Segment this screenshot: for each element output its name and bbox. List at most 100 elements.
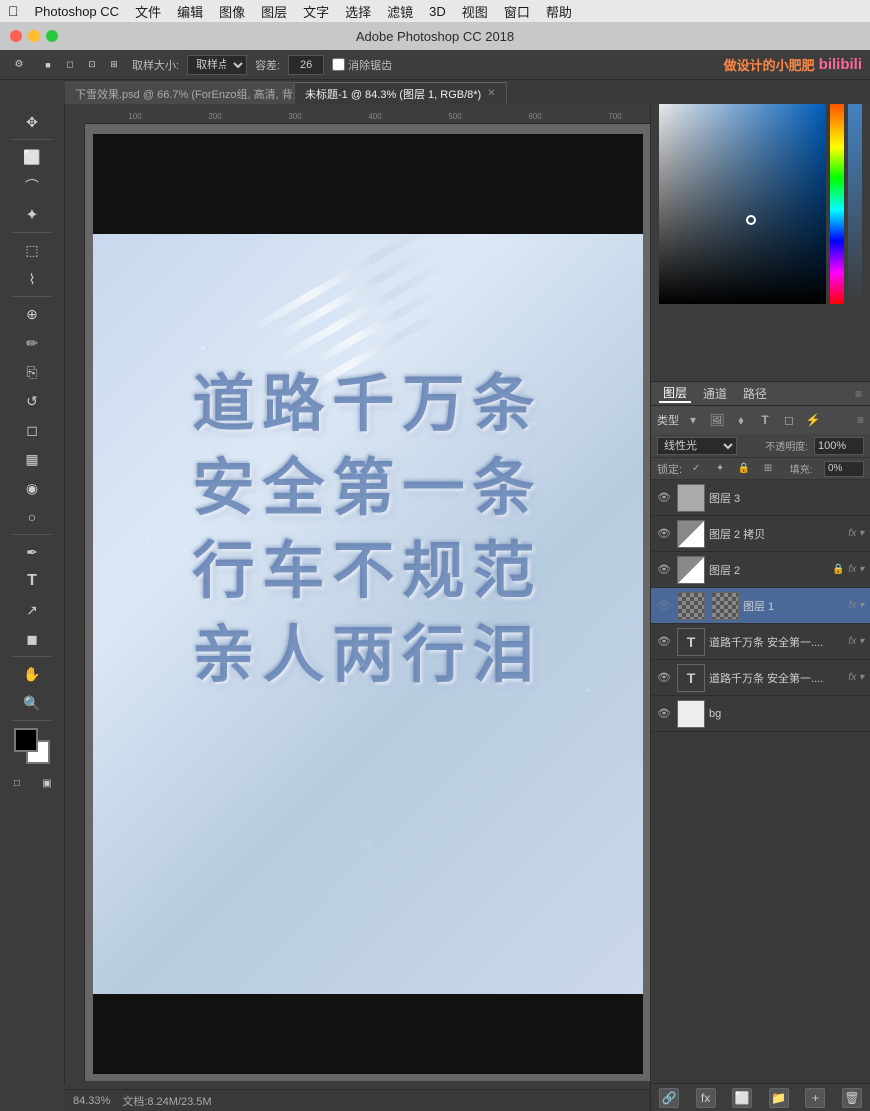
gradient-tool[interactable]: ▦ <box>18 445 46 473</box>
quickmask-mode[interactable]: ▣ <box>33 769 61 797</box>
history-brush[interactable]: ↺ <box>18 387 46 415</box>
layer-row-1[interactable]: 👁 图层 1 fx ▾ <box>651 588 870 624</box>
layer-row-text-1[interactable]: 👁 T 道路千万条 安全第一.... fx ▾ <box>651 624 870 660</box>
menu-3d[interactable]: 3D <box>429 4 446 19</box>
add-style-btn[interactable]: fx <box>696 1088 716 1108</box>
anti-alias-option[interactable]: 消除锯齿 <box>332 57 392 73</box>
layers-tab[interactable]: 图层 <box>659 384 691 403</box>
layer-row-2-copy[interactable]: 👁 图层 2 拷贝 fx ▾ <box>651 516 870 552</box>
eyedropper-tool[interactable]: ⌇ <box>18 265 46 293</box>
lasso-tool[interactable]: ⌒ <box>18 172 46 200</box>
color-gradient[interactable] <box>659 84 826 304</box>
layer-3-visibility[interactable]: 👁 <box>657 491 673 504</box>
marquee-tool[interactable]: ⬜ <box>18 143 46 171</box>
wand-tool[interactable]: ✦ <box>18 201 46 229</box>
minimize-button[interactable] <box>28 30 40 42</box>
layer-1-visibility[interactable]: 👁 <box>657 599 673 612</box>
brush-tool[interactable]: ✏ <box>18 329 46 357</box>
mode-btn-1[interactable]: ■ <box>38 55 58 75</box>
type-tool[interactable]: T <box>18 567 46 595</box>
layer-2copy-visibility[interactable]: 👁 <box>657 527 673 540</box>
filter-smart-icon[interactable]: ⚡ <box>803 410 823 430</box>
new-layer-btn[interactable]: + <box>805 1088 825 1108</box>
link-layers-btn[interactable]: 🔗 <box>659 1088 679 1108</box>
menu-type[interactable]: 文字 <box>303 2 329 21</box>
maximize-button[interactable] <box>46 30 58 42</box>
layers-panel-menu[interactable]: ≡ <box>855 387 862 401</box>
menu-help[interactable]: 帮助 <box>546 2 572 21</box>
layer-text1-visibility[interactable]: 👁 <box>657 635 673 648</box>
menu-photoshop[interactable]: Photoshop CC <box>35 4 120 19</box>
layer-row-text-2[interactable]: 👁 T 道路千万条 安全第一.... fx ▾ <box>651 660 870 696</box>
menu-filter[interactable]: 滤镜 <box>387 2 413 21</box>
color-spectrum[interactable] <box>830 84 844 304</box>
color-alpha[interactable] <box>848 84 862 304</box>
tab-1-close[interactable]: ✕ <box>487 88 495 99</box>
layer-bg-visibility[interactable]: 👁 <box>657 707 673 720</box>
layers-toolbar-menu[interactable]: ≡ <box>857 413 864 427</box>
healing-tool[interactable]: ⊕ <box>18 300 46 328</box>
filter-pixel-icon[interactable]: 🖼 <box>707 410 727 430</box>
tab-0[interactable]: 下雪效果.psd @ 66.7% (ForEnzo组, 高清, 背景, 底...… <box>65 82 295 104</box>
paths-tab[interactable]: 路径 <box>739 385 771 402</box>
photoshop-canvas[interactable]: 道路千万条 安全第一条 行车不规范 亲人两行泪 <box>85 124 650 1081</box>
close-button[interactable] <box>10 30 22 42</box>
blend-mode-select[interactable]: 线性光 <box>657 437 737 455</box>
channels-tab[interactable]: 通道 <box>699 385 731 402</box>
zoom-tool[interactable]: 🔍 <box>18 689 46 717</box>
fill-input[interactable] <box>824 461 864 477</box>
delete-layer-btn[interactable]: 🗑 <box>842 1088 862 1108</box>
mode-btn-2[interactable]: ◻ <box>60 55 80 75</box>
menu-image[interactable]: 图像 <box>219 2 245 21</box>
window-controls[interactable] <box>10 30 58 42</box>
apple-menu[interactable]:  <box>8 3 19 19</box>
layers-list[interactable]: 👁 图层 3 👁 图层 2 拷贝 fx ▾ 👁 图层 2 🔒 fx ▾ <box>651 480 870 1083</box>
filter-shape-icon[interactable]: ◻ <box>779 410 799 430</box>
foreground-color[interactable] <box>14 728 38 752</box>
menu-view[interactable]: 视图 <box>462 2 488 21</box>
path-select-tool[interactable]: ↗ <box>18 596 46 624</box>
clone-tool[interactable]: ⎘ <box>18 358 46 386</box>
layer-text2-visibility[interactable]: 👁 <box>657 671 673 684</box>
lock-pixels-btn[interactable]: ✓ <box>686 459 706 479</box>
add-mask-btn[interactable]: ⬜ <box>732 1088 752 1108</box>
color-gradient-area[interactable] <box>659 84 826 304</box>
hand-tool[interactable]: ✋ <box>18 660 46 688</box>
crop-tool[interactable]: ⬚ <box>18 236 46 264</box>
eraser-tool[interactable]: ◻ <box>18 416 46 444</box>
pen-tool[interactable]: ✒ <box>18 538 46 566</box>
filter-type-dropdown[interactable]: ▾ <box>683 410 703 430</box>
new-group-btn[interactable]: 📁 <box>769 1088 789 1108</box>
lock-all-btn[interactable]: 🔒 <box>734 459 754 479</box>
filter-adjust-icon[interactable]: ⬧ <box>731 410 751 430</box>
layer-row-bg[interactable]: 👁 bg <box>651 696 870 732</box>
dodge-tool[interactable]: ○ <box>18 503 46 531</box>
canvas-main[interactable]: 道路千万条 安全第一条 行车不规范 亲人两行泪 <box>93 234 643 994</box>
toolbar-options-icon[interactable]: ⚙ <box>8 54 30 76</box>
color-swatches[interactable] <box>14 728 50 764</box>
sample-size-select[interactable]: 取样点 3×3平均 5×5平均 <box>187 55 247 75</box>
menu-edit[interactable]: 编辑 <box>177 2 203 21</box>
opacity-input[interactable] <box>814 437 864 455</box>
menu-window[interactable]: 窗口 <box>504 2 530 21</box>
filter-text-icon[interactable]: T <box>755 410 775 430</box>
color-cursor[interactable] <box>746 215 756 225</box>
layer-2-visibility[interactable]: 👁 <box>657 563 673 576</box>
menu-select[interactable]: 选择 <box>345 2 371 21</box>
lock-move-btn[interactable]: ✦ <box>710 459 730 479</box>
mode-btn-3[interactable]: ⊡ <box>82 55 102 75</box>
layer-row-2[interactable]: 👁 图层 2 🔒 fx ▾ <box>651 552 870 588</box>
layer-row-3[interactable]: 👁 图层 3 <box>651 480 870 516</box>
blur-tool[interactable]: ◉ <box>18 474 46 502</box>
menu-layer[interactable]: 图层 <box>261 2 287 21</box>
move-tool[interactable]: ✥ <box>18 108 46 136</box>
anti-alias-checkbox[interactable] <box>332 58 345 71</box>
shape-tool[interactable]: ◼ <box>18 625 46 653</box>
mode-btn-4[interactable]: ⊞ <box>104 55 124 75</box>
standard-mode[interactable]: □ <box>3 769 31 797</box>
layer-text2-thumb: T <box>677 664 705 692</box>
lock-artboard-btn[interactable]: ⊞ <box>758 459 778 479</box>
tolerance-input[interactable] <box>288 55 324 75</box>
menu-file[interactable]: 文件 <box>135 2 161 21</box>
tab-1[interactable]: 未标题-1 @ 84.3% (图层 1, RGB/8*) ✕ <box>295 82 507 104</box>
